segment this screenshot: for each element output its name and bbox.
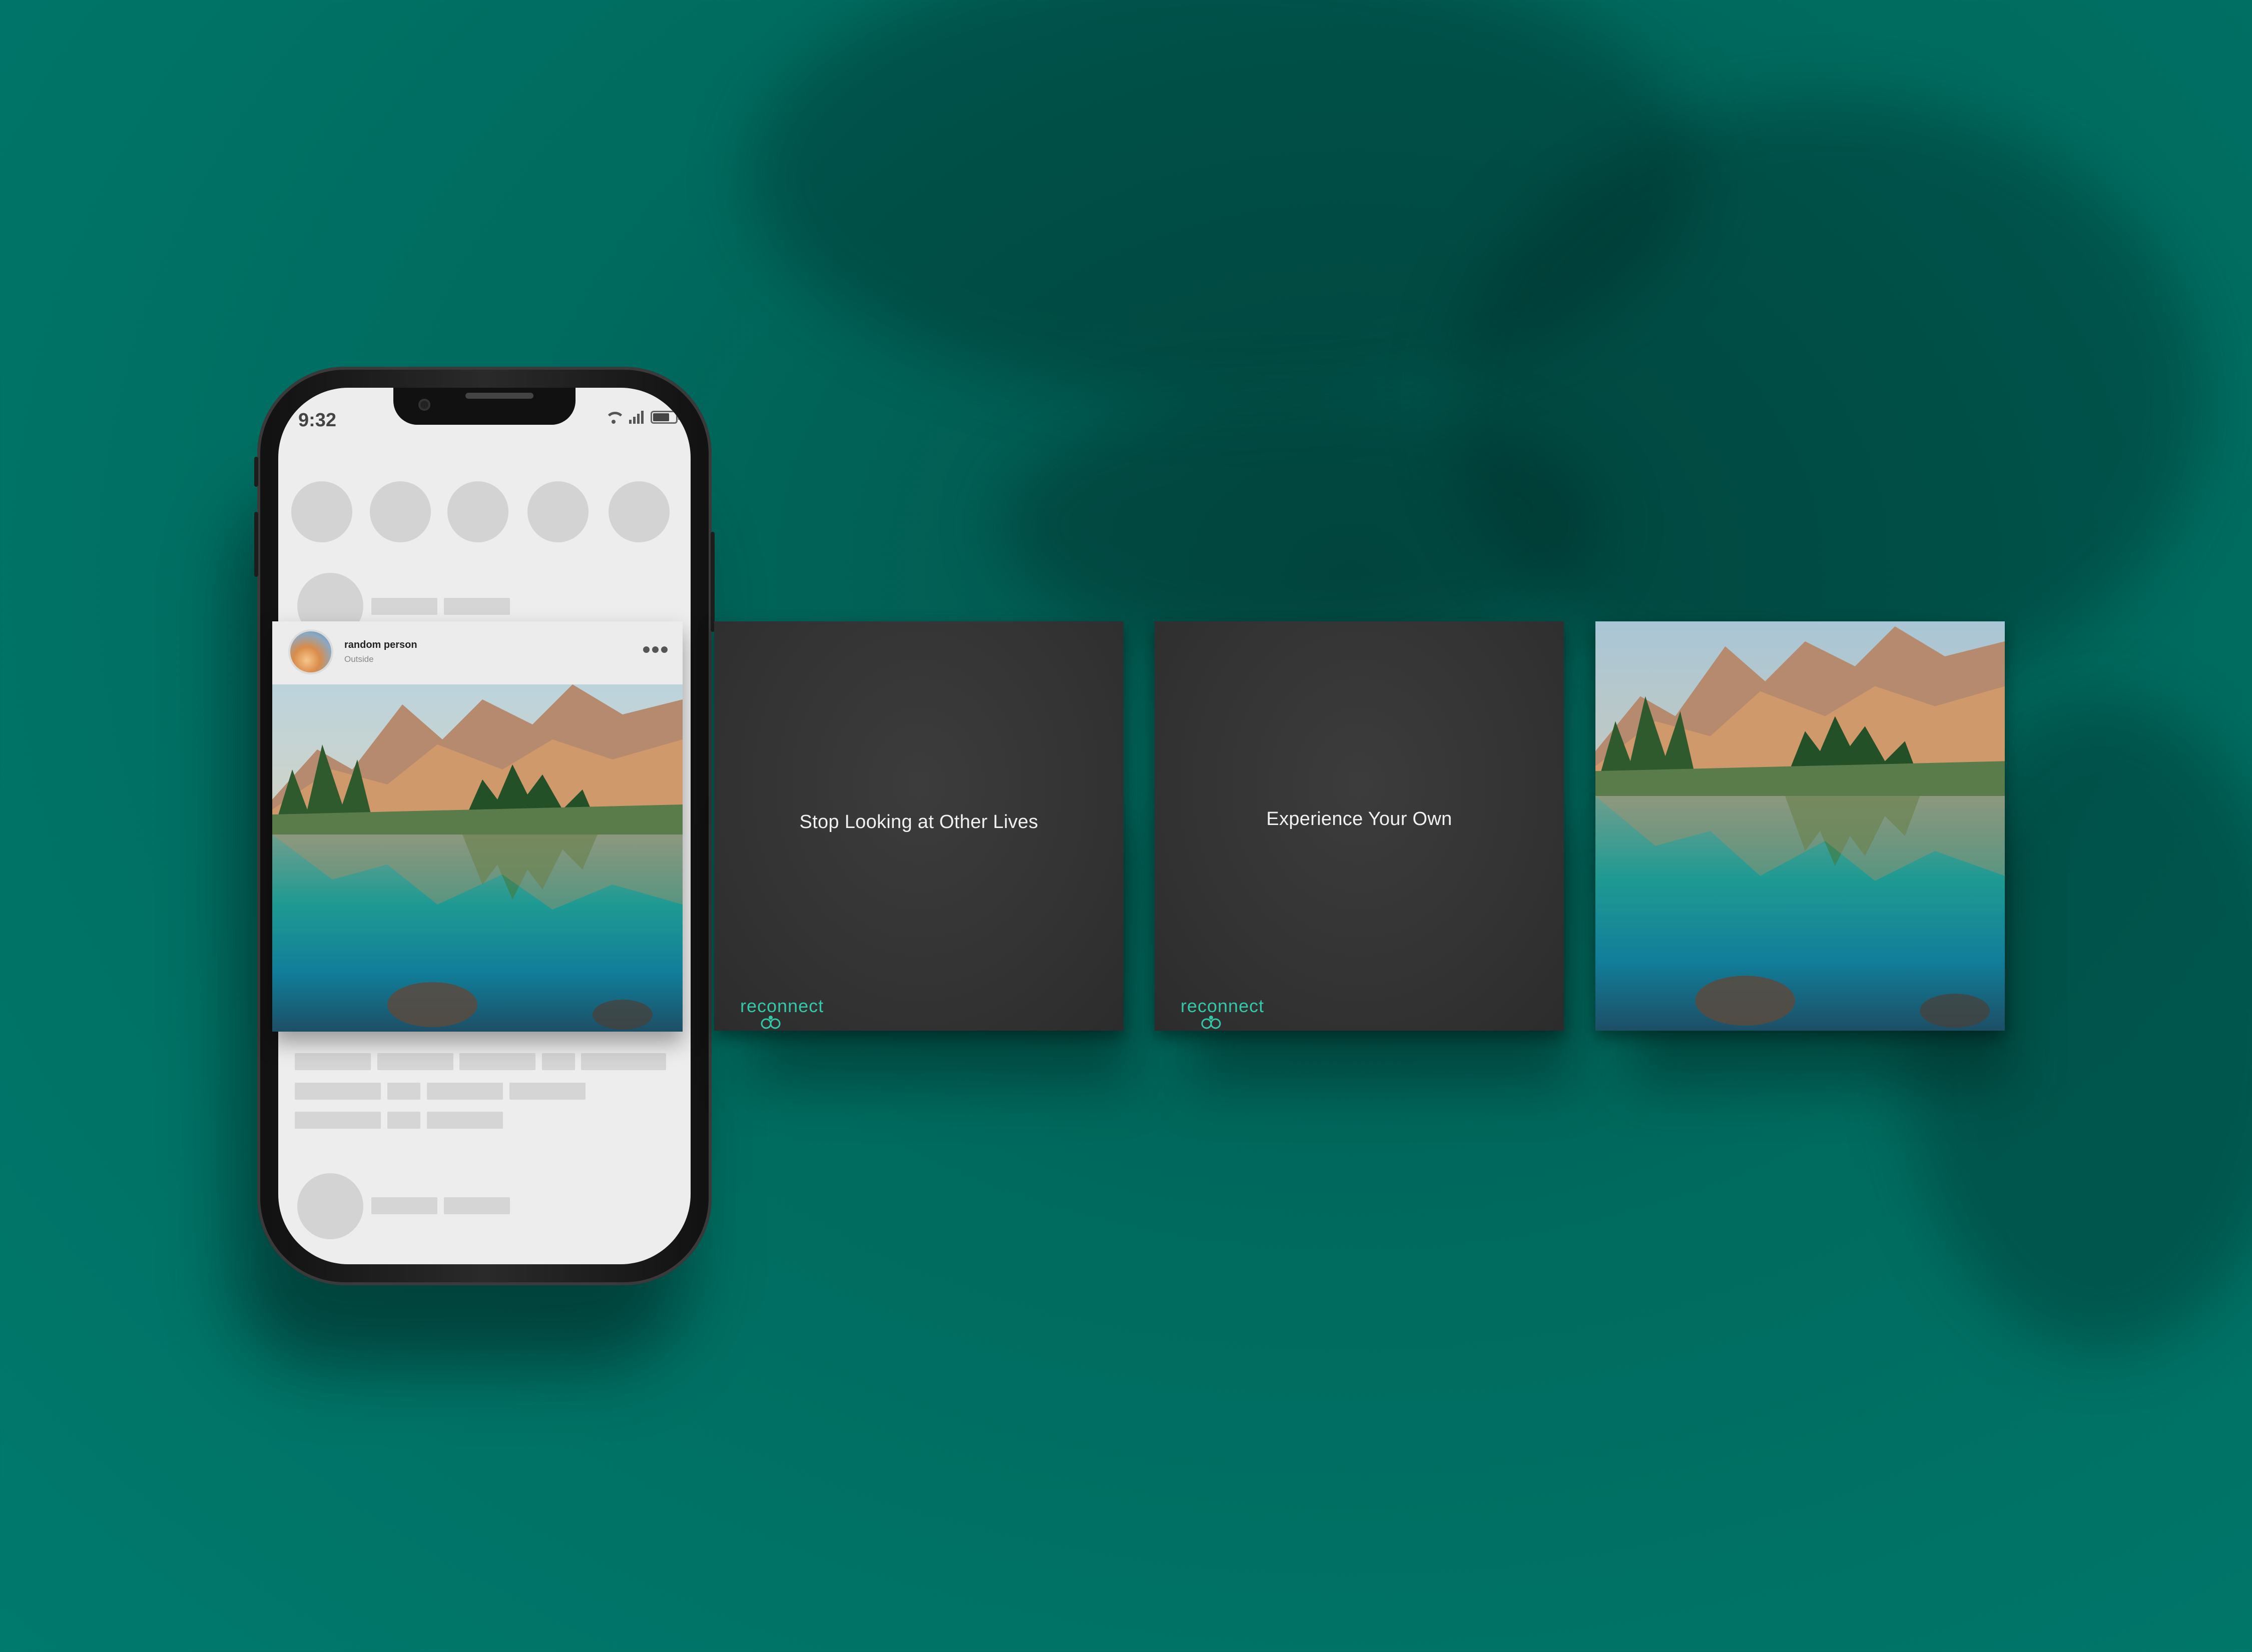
battery-icon [651, 411, 680, 424]
signal-icon [629, 411, 644, 424]
text-placeholder [427, 1083, 503, 1100]
text-placeholder [581, 1053, 666, 1070]
status-icons [605, 411, 680, 424]
text-placeholder [295, 1112, 381, 1129]
text-placeholder [387, 1083, 420, 1100]
carousel-slide-3-image[interactable] [1595, 621, 2005, 1031]
brand-name: reconnect [1181, 996, 1265, 1016]
text-placeholder [295, 1083, 381, 1100]
carousel-slide-1[interactable]: Stop Looking at Other Lives reconnect [714, 621, 1123, 1031]
brand-logo: reconnect [740, 996, 824, 1029]
side-button [711, 532, 715, 632]
text-placeholder [427, 1112, 503, 1129]
post-header: random person Outside [272, 621, 683, 684]
slide-headline: Experience Your Own [1266, 808, 1452, 830]
avatar[interactable] [290, 631, 331, 672]
speaker-grille [465, 393, 533, 399]
side-button [254, 512, 258, 577]
more-icon[interactable] [643, 646, 668, 653]
carousel-slide-2[interactable]: Experience Your Own reconnect [1155, 621, 1564, 1031]
linked-circles-icon [761, 1016, 781, 1029]
story-placeholder[interactable] [291, 481, 352, 542]
text-placeholder [377, 1053, 453, 1070]
text-placeholder [444, 598, 510, 615]
post-image [272, 684, 683, 1032]
side-button [254, 457, 258, 487]
avatar-placeholder [297, 1173, 363, 1239]
camera-icon [418, 399, 430, 411]
brand-logo: reconnect [1181, 996, 1265, 1029]
background-shadow [1001, 400, 1601, 650]
text-placeholder [387, 1112, 420, 1129]
story-placeholder[interactable] [447, 481, 508, 542]
post-card: random person Outside [272, 621, 683, 1032]
text-placeholder [509, 1083, 586, 1100]
background-shadow [1451, 100, 2202, 700]
text-placeholder [542, 1053, 575, 1070]
story-placeholder[interactable] [527, 481, 589, 542]
text-placeholder [444, 1197, 510, 1214]
text-placeholder [459, 1053, 535, 1070]
text-placeholder [371, 598, 437, 615]
linked-circles-icon [1201, 1016, 1221, 1029]
text-placeholder [371, 1197, 437, 1214]
status-time: 9:32 [298, 410, 337, 431]
post-location: Outside [344, 654, 374, 664]
story-placeholder[interactable] [609, 481, 670, 542]
wifi-icon [605, 412, 625, 424]
slide-headline: Stop Looking at Other Lives [799, 811, 1038, 833]
post-username[interactable]: random person [344, 639, 417, 651]
text-placeholder [295, 1053, 371, 1070]
story-placeholder[interactable] [370, 481, 431, 542]
brand-name: reconnect [740, 996, 824, 1016]
